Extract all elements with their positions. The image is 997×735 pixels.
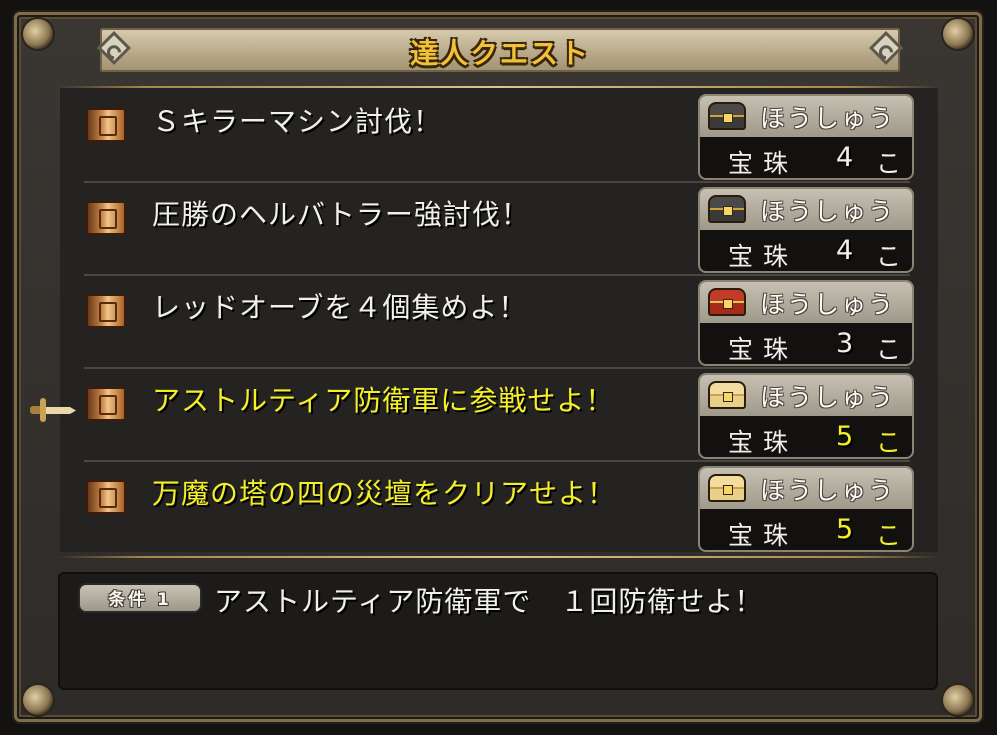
reward-label: ほうしゅう [760, 476, 896, 505]
reward-item: 宝珠 [728, 521, 799, 550]
quest-row[interactable]: アストルティア防衛軍に参戦せよ！ ほうしゅう宝珠 5 こ [62, 369, 938, 462]
quest-title: Ｓキラーマシン討伐！ [152, 105, 443, 138]
quest-title: 万魔の塔の四の災壇をクリアせよ！ [152, 477, 617, 510]
reward-header: ほうしゅう [700, 282, 912, 323]
diamond-ornament-icon [864, 26, 908, 70]
reward-label: ほうしゅう [760, 197, 896, 226]
reward-unit: こ [876, 242, 902, 271]
black-chest-icon [708, 195, 746, 223]
reward-unit: こ [876, 335, 902, 364]
quest-book-icon [86, 108, 126, 142]
reward-unit: こ [876, 521, 902, 550]
black-chest-icon [708, 102, 746, 130]
corner-ornament-icon [943, 685, 973, 715]
reward-box: ほうしゅう宝珠 5 こ [698, 373, 914, 459]
quest-row[interactable]: Ｓキラーマシン討伐！ ほうしゅう宝珠 4 こ [62, 90, 938, 183]
sword-cursor-icon [30, 398, 76, 422]
quest-title: アストルティア防衛軍に参戦せよ！ [152, 384, 615, 417]
reward-item: 宝珠 [728, 149, 799, 178]
quest-row[interactable]: レッドオーブを４個集めよ！ ほうしゅう宝珠 3 こ [62, 276, 938, 369]
reward-label: ほうしゅう [760, 104, 896, 133]
quest-row[interactable]: 万魔の塔の四の災壇をクリアせよ！ ほうしゅう宝珠 5 こ [62, 462, 938, 555]
reward-header: ほうしゅう [700, 468, 912, 509]
reward-box: ほうしゅう宝珠 4 こ [698, 94, 914, 180]
reward-header: ほうしゅう [700, 96, 912, 137]
gold-chest-icon [708, 474, 746, 502]
window-title: 達人クエスト [409, 37, 590, 70]
reward-box: ほうしゅう宝珠 4 こ [698, 187, 914, 273]
reward-count: 4 [836, 142, 854, 173]
quest-title: レッドオーブを４個集めよ！ [152, 291, 528, 324]
reward-item: 宝珠 [728, 428, 799, 457]
reward-item: 宝珠 [728, 242, 799, 271]
reward-count: 5 [836, 421, 854, 452]
condition-text: アストルティア防衛軍で １回防衛せよ！ [214, 585, 764, 618]
reward-item: 宝珠 [728, 335, 799, 364]
quest-book-icon [86, 387, 126, 421]
gold-chest-icon [708, 381, 746, 409]
reward-header: ほうしゅう [700, 189, 912, 230]
condition-panel: 条件 1 アストルティア防衛軍で １回防衛せよ！ [58, 572, 938, 690]
corner-ornament-icon [23, 19, 53, 49]
reward-unit: こ [876, 149, 902, 178]
corner-ornament-icon [943, 19, 973, 49]
quest-book-icon [86, 201, 126, 235]
reward-header: ほうしゅう [700, 375, 912, 416]
reward-box: ほうしゅう宝珠 3 こ [698, 280, 914, 366]
reward-count: 4 [836, 235, 854, 266]
reward-count: 3 [836, 328, 854, 359]
red-chest-icon [708, 288, 746, 316]
reward-label: ほうしゅう [760, 290, 896, 319]
corner-ornament-icon [23, 685, 53, 715]
quest-row[interactable]: 圧勝のヘルバトラー強討伐！ ほうしゅう宝珠 4 こ [62, 183, 938, 276]
bottom-divider [58, 556, 938, 558]
reward-count: 5 [836, 514, 854, 545]
reward-unit: こ [876, 428, 902, 457]
quest-title: 圧勝のヘルバトラー強討伐！ [152, 198, 530, 231]
condition-badge: 条件 1 [78, 583, 202, 613]
quest-book-icon [86, 480, 126, 514]
reward-label: ほうしゅう [760, 383, 896, 412]
title-bar: 達人クエスト [97, 28, 903, 72]
reward-box: ほうしゅう宝珠 5 こ [698, 466, 914, 552]
quest-book-icon [86, 294, 126, 328]
